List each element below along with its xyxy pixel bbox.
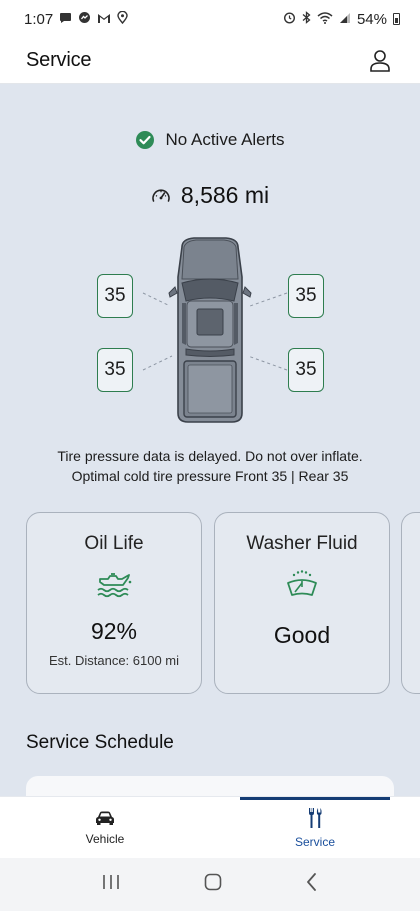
oil-can-icon (97, 573, 132, 598)
service-content[interactable]: No Active Alerts 8,586 mi 35 35 35 35 Ti… (0, 84, 420, 796)
tools-icon (309, 807, 322, 828)
bluetooth-icon (302, 11, 311, 27)
tab-vehicle-label: Vehicle (85, 831, 125, 846)
alert-status: No Active Alerts (0, 130, 420, 150)
odometer-value: 8,586 mi (180, 182, 270, 208)
tire-rear-left-value: 35 (104, 359, 126, 380)
message-icon (59, 12, 72, 27)
tab-service-label: Service (294, 834, 335, 849)
tire-front-right: 35 (288, 274, 324, 318)
profile-button[interactable] (366, 47, 394, 75)
recents-button[interactable] (101, 873, 121, 896)
car-icon (96, 811, 114, 825)
person-icon (370, 49, 390, 72)
location-icon (117, 10, 128, 27)
check-circle-icon (136, 131, 155, 149)
back-icon (307, 873, 316, 891)
tire-rear-right: 35 (288, 348, 324, 392)
truck-icon (168, 237, 252, 423)
next-status-card[interactable] (401, 512, 420, 694)
battery-icon (393, 13, 400, 25)
washer-fluid-card[interactable]: Washer Fluid Good (214, 512, 390, 694)
speedometer-icon (152, 188, 170, 202)
wifi-icon (317, 11, 333, 27)
alarm-icon (283, 11, 296, 27)
service-schedule-card[interactable] (26, 776, 394, 796)
status-cards: Oil Life 92% Est. Distance: 6100 mi Wash… (26, 512, 420, 694)
home-icon (204, 873, 222, 891)
messenger-icon (78, 11, 91, 27)
oil-life-value: 92% (90, 618, 138, 644)
service-schedule-title: Service Schedule (26, 732, 174, 753)
odometer: 8,586 mi (0, 182, 420, 209)
tire-front-left-value: 35 (104, 285, 126, 306)
tire-rear-right-value: 35 (295, 359, 317, 380)
tire-front-left: 35 (97, 274, 133, 318)
tire-note-line-2: Optimal cold tire pressure Front 35 | Re… (71, 468, 349, 484)
tire-front-right-value: 35 (295, 285, 317, 306)
page-title: Service (26, 49, 92, 71)
oil-life-card[interactable]: Oil Life 92% Est. Distance: 6100 mi (26, 512, 202, 694)
status-left: 1:07 (24, 11, 128, 28)
washer-fluid-title: Washer Fluid (246, 533, 358, 554)
app-header: Service (0, 38, 420, 84)
alert-text: No Active Alerts (165, 130, 285, 149)
home-button[interactable] (203, 872, 223, 897)
tire-rear-left: 35 (97, 348, 133, 392)
status-right: 54% (283, 11, 400, 28)
tire-note-line-1: Tire pressure data is delayed. Do not ov… (57, 448, 363, 464)
vehicle-top-view (168, 237, 252, 423)
tab-vehicle[interactable]: Vehicle (0, 797, 210, 858)
system-nav-bar (0, 858, 420, 911)
status-time: 1:07 (24, 10, 54, 28)
status-bar: 1:07 54% (0, 0, 420, 38)
battery-percent: 54% (356, 10, 387, 28)
tab-service[interactable]: Service (210, 797, 420, 858)
bottom-nav: Vehicle Service (0, 796, 420, 858)
washer-fluid-value: Good (273, 622, 331, 648)
gmail-icon (97, 12, 111, 27)
signal-icon (339, 12, 351, 27)
back-button[interactable] (305, 872, 319, 897)
washer-fluid-icon (287, 570, 317, 596)
recents-icon (103, 875, 119, 889)
tire-pressure-note: Tire pressure data is delayed. Do not ov… (0, 446, 420, 486)
oil-est-distance: Est. Distance: 6100 mi (48, 653, 180, 668)
oil-life-title: Oil Life (84, 533, 144, 554)
